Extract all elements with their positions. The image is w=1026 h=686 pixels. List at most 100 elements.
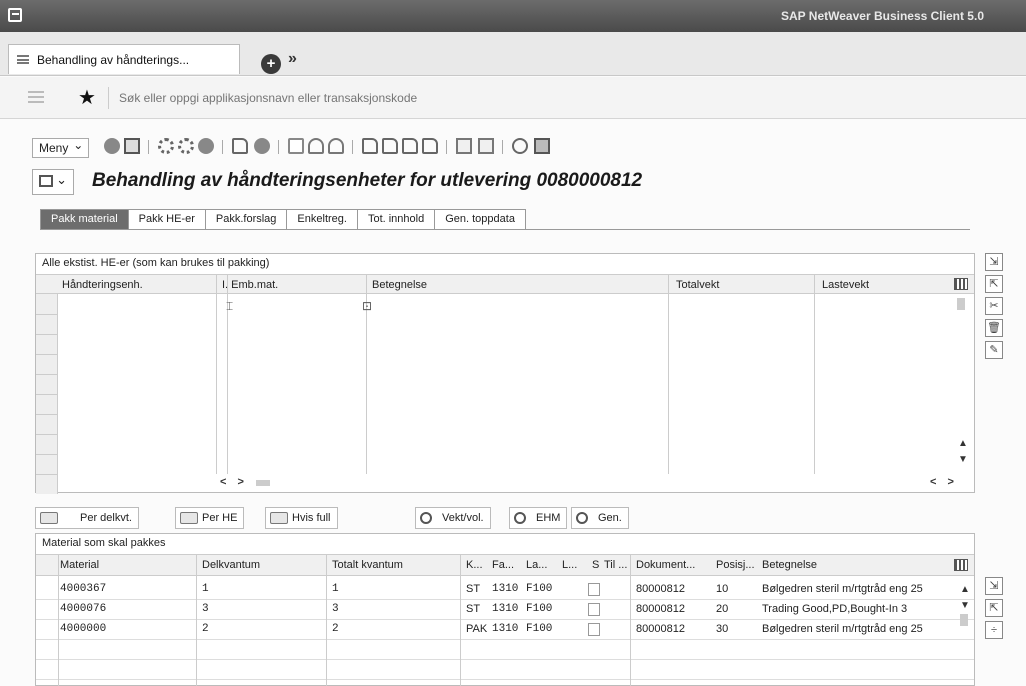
column-divider: [460, 554, 461, 686]
magnifier-icon: [420, 512, 432, 524]
column-header-l[interactable]: L...: [562, 559, 577, 571]
column-header-fa[interactable]: Fa...: [492, 559, 514, 571]
last-page-icon[interactable]: [422, 138, 438, 154]
favorites-star-icon[interactable]: ★: [78, 85, 96, 110]
column-header-k[interactable]: K...: [466, 559, 483, 571]
next-page-icon[interactable]: [402, 138, 418, 154]
tab-pakk-he-er[interactable]: Pakk HE-er: [127, 209, 206, 229]
table-row[interactable]: [36, 660, 974, 680]
column-header-totalvekt[interactable]: Totalvekt: [676, 279, 719, 291]
table-row[interactable]: 4000076 3 3 ST 1310 F100 80000812 20 Tra…: [36, 600, 974, 620]
column-header-la[interactable]: La...: [526, 559, 547, 571]
column-divider: [196, 554, 197, 686]
save-icon[interactable]: [124, 138, 140, 154]
double-chevron-right-icon[interactable]: »: [288, 50, 297, 68]
row-checkbox[interactable]: [588, 603, 600, 616]
column-header-betegnelse[interactable]: Betegnelse: [372, 279, 427, 291]
cut-icon[interactable]: ✂: [985, 297, 1003, 315]
column-header-betegnelse[interactable]: Betegnelse: [762, 559, 817, 571]
first-page-icon[interactable]: [362, 138, 378, 154]
column-header-til[interactable]: Til ...: [604, 559, 627, 571]
check-icon[interactable]: [104, 138, 120, 154]
table-row[interactable]: 4000367 1 1 ST 1310 F100 80000812 10 Bøl…: [36, 580, 974, 600]
screen-menu-button[interactable]: [32, 169, 74, 195]
app-menu-icon[interactable]: [8, 8, 22, 22]
per-he-button[interactable]: Per HE: [175, 507, 245, 529]
globe-icon[interactable]: [254, 138, 270, 154]
row-checkbox[interactable]: [588, 583, 600, 596]
pack-partial-icon: [40, 512, 58, 524]
cell-delkvantum[interactable]: 2: [202, 623, 209, 635]
column-header-emb-mat[interactable]: I. Emb.mat.: [222, 279, 278, 291]
vekt-vol-button[interactable]: Vekt/vol.: [415, 507, 491, 529]
column-header-delkvantum[interactable]: Delkvantum: [202, 559, 260, 571]
vertical-scroll-thumb[interactable]: [960, 614, 968, 626]
tab-strip: Pakk material Pakk HE-er Pakk.forslag En…: [40, 209, 526, 229]
tab-gen-toppdata[interactable]: Gen. toppdata: [434, 209, 526, 229]
print-icon[interactable]: [288, 138, 304, 154]
row-checkbox[interactable]: [588, 623, 600, 636]
column-header-material[interactable]: Material: [60, 559, 99, 571]
help-icon[interactable]: [512, 138, 528, 154]
scroll-up-icon[interactable]: ▲: [958, 438, 968, 449]
cell-delkvantum[interactable]: 1: [202, 583, 209, 595]
column-settings-icon[interactable]: [954, 278, 968, 290]
cancel-icon[interactable]: [198, 138, 214, 154]
unpack-selected-icon[interactable]: ⇱: [985, 599, 1003, 617]
delete-icon[interactable]: 🗑: [985, 319, 1003, 337]
cell-k: ST: [466, 603, 481, 615]
table-row[interactable]: 4000000 2 2 PAK 1310 F100 80000812 30 Bø…: [36, 620, 974, 640]
gen-button[interactable]: Gen.: [571, 507, 629, 529]
tools-icon[interactable]: ✎: [985, 341, 1003, 359]
column-settings-icon[interactable]: [954, 559, 968, 571]
scroll-down-icon[interactable]: ▼: [960, 600, 970, 611]
shortcut-icon[interactable]: [478, 138, 494, 154]
tab-pakk-material[interactable]: Pakk material: [40, 209, 129, 229]
hamburger-menu-icon[interactable]: [28, 91, 44, 103]
previous-page-icon[interactable]: [382, 138, 398, 154]
per-delkvt-button[interactable]: Per delkvt.: [35, 507, 139, 529]
table-row[interactable]: [36, 640, 974, 660]
tab-tot-innhold[interactable]: Tot. innhold: [356, 209, 436, 229]
scroll-down-icon[interactable]: ▼: [958, 454, 968, 465]
tab-enkeltreg[interactable]: Enkeltreg.: [286, 209, 358, 229]
menu-button[interactable]: Meny: [32, 138, 90, 158]
horizontal-scroll-arrows-right[interactable]: < >: [930, 476, 958, 488]
cell-delkvantum[interactable]: 3: [202, 603, 209, 615]
find-icon[interactable]: [308, 138, 324, 154]
column-header-lastevekt[interactable]: Lastevekt: [822, 279, 869, 291]
column-header-dokument[interactable]: Dokument...: [636, 559, 695, 571]
pack-he-icon: [180, 512, 198, 524]
search-input[interactable]: [108, 87, 1008, 109]
pack-icon[interactable]: ⇲: [985, 253, 1003, 271]
column-header-s[interactable]: S: [592, 559, 599, 571]
column-header-haandteringsenhet[interactable]: Håndteringsenh.: [62, 279, 143, 291]
tab-pakk-forslag[interactable]: Pakk.forslag: [204, 209, 288, 229]
add-tab-icon[interactable]: +: [261, 54, 281, 74]
column-header-totalt-kvantum[interactable]: Totalt kvantum: [332, 559, 403, 571]
exit-icon[interactable]: [178, 138, 194, 154]
split-icon[interactable]: ÷: [985, 621, 1003, 639]
find-next-icon[interactable]: [328, 138, 344, 154]
scroll-up-icon[interactable]: ▲: [960, 584, 970, 595]
grid-caption: Alle ekstist. HE-er (som kan brukes til …: [42, 257, 270, 269]
row-selector-column[interactable]: [36, 294, 58, 494]
back-icon[interactable]: [158, 138, 174, 154]
vertical-scroll-thumb[interactable]: [957, 298, 965, 310]
horizontal-scroll-thumb[interactable]: [256, 480, 270, 486]
display-icon[interactable]: [232, 138, 248, 154]
layout-icon[interactable]: [534, 138, 550, 154]
value-help-icon[interactable]: ⊡: [362, 299, 372, 313]
pack-selected-icon[interactable]: ⇲: [985, 577, 1003, 595]
horizontal-scroll-arrows[interactable]: < >: [220, 476, 248, 488]
ehm-button[interactable]: EHM: [509, 507, 568, 529]
pack-full-icon: [270, 512, 288, 524]
column-divider: [814, 274, 815, 474]
unpack-icon[interactable]: ⇱: [985, 275, 1003, 293]
column-header-posisjon[interactable]: Posisj...: [716, 559, 755, 571]
new-session-icon[interactable]: [456, 138, 472, 154]
session-tab[interactable]: Behandling av håndterings...: [8, 44, 240, 74]
page-title-row: Behandling av håndteringsenheter for utl…: [0, 166, 1026, 200]
hvis-full-button[interactable]: Hvis full: [265, 507, 338, 529]
toolbar-separator: [352, 140, 353, 154]
